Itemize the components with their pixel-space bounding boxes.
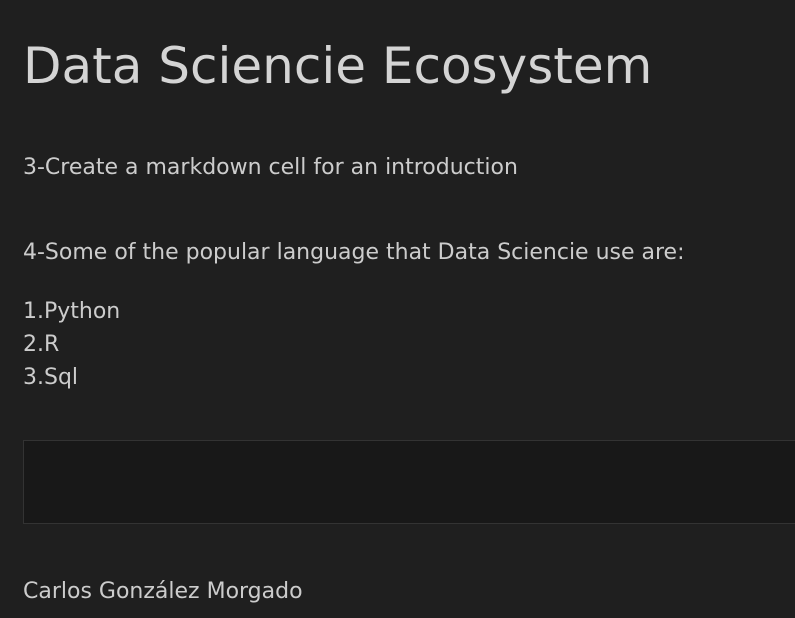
notebook-title: Data Sciencie Ecosystem (23, 37, 653, 95)
languages-heading: 4-Some of the popular language that Data… (23, 240, 685, 265)
list-item: 1.Python (23, 299, 121, 324)
author-name: Carlos González Morgado (23, 579, 303, 604)
list-item: 3.Sql (23, 365, 79, 390)
code-cell-editor[interactable] (23, 440, 795, 524)
intro-text: 3-Create a markdown cell for an introduc… (23, 155, 518, 180)
languages-list: 1.Python 2.R 3.Sql (23, 295, 120, 394)
notebook-view: Data Sciencie Ecosystem 3-Create a markd… (0, 0, 795, 618)
list-item: 2.R (23, 332, 60, 357)
